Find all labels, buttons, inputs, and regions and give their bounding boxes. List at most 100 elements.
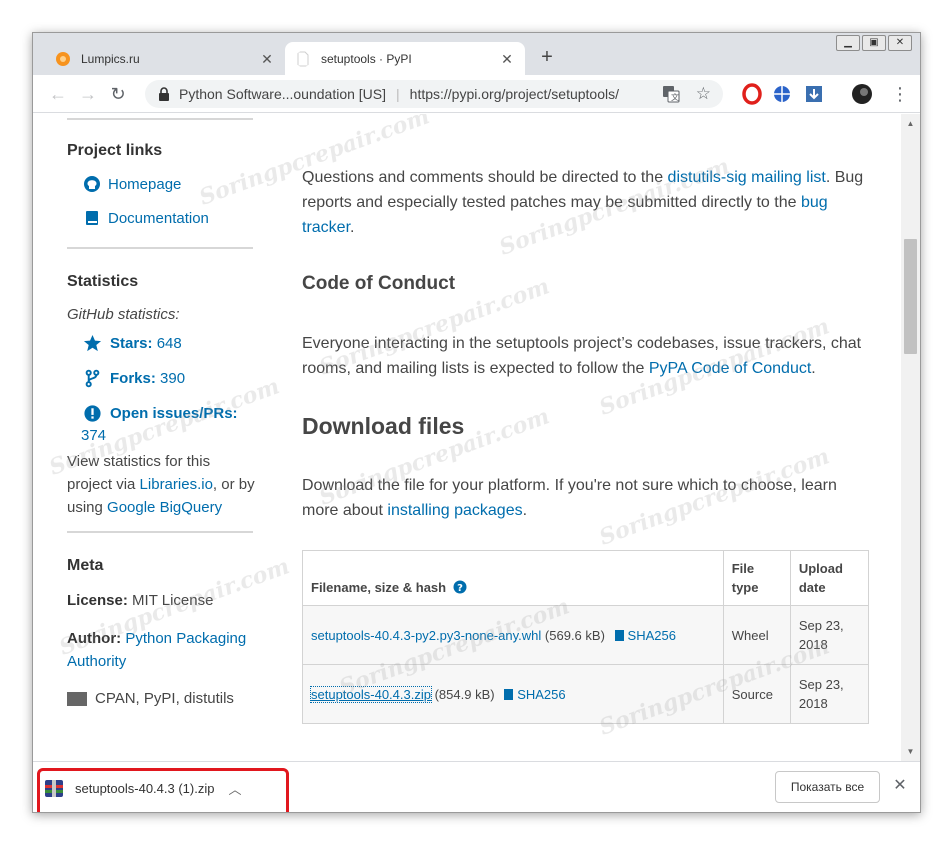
documentation-label: Documentation — [108, 209, 209, 227]
homepage-label: Homepage — [108, 175, 182, 193]
globe-extension-icon[interactable] — [771, 83, 793, 105]
intro-end: . — [350, 219, 355, 236]
issues-value[interactable]: 374 — [81, 427, 106, 444]
download-paragraph: Download the file for your platform. If … — [302, 473, 862, 523]
table-header-row: Filename, size & hash ? File type Upload… — [302, 550, 869, 606]
svg-text:文: 文 — [671, 92, 679, 102]
download-pre: Download the file for your platform. If … — [302, 477, 837, 519]
exclamation-icon — [84, 405, 101, 422]
close-tab-icon[interactable]: ✕ — [259, 51, 275, 67]
intro-pre: Questions and comments should be directe… — [302, 169, 668, 186]
file-cell: setuptools-40.4.3.zip (854.9 kB) SHA256 — [302, 664, 724, 724]
column-header-filename: Filename, size & hash ? — [302, 550, 724, 606]
issues-value-row: 374 — [81, 427, 255, 444]
book-icon — [86, 211, 98, 225]
license-row: License: MIT License — [67, 589, 255, 612]
homepage-link[interactable]: Homepage — [83, 175, 255, 193]
bookmark-star-icon[interactable]: ☆ — [696, 84, 711, 104]
intro-paragraph: Questions and comments should be directe… — [302, 165, 877, 240]
code-of-conduct-heading: Code of Conduct — [302, 273, 456, 294]
stars-stat[interactable]: Stars: 648 — [83, 334, 255, 353]
new-tab-button[interactable]: + — [535, 46, 559, 70]
forks-label: Forks: — [110, 370, 156, 387]
project-links-heading: Project links — [67, 142, 163, 159]
tab-strip: Lumpics.ru ✕ setuptools · PyPI ✕ + ▁ ▣ ✕ — [33, 33, 920, 75]
installing-packages-link[interactable]: installing packages — [387, 502, 522, 519]
vertical-scrollbar[interactable]: ▲ ▼ — [901, 114, 920, 761]
libraries-io-link[interactable]: Libraries.io — [140, 476, 213, 493]
close-window-button[interactable]: ✕ — [888, 35, 912, 51]
address-bar[interactable]: Python Software...oundation [US] | https… — [145, 80, 723, 108]
tab-lumpics[interactable]: Lumpics.ru ✕ — [45, 42, 285, 75]
documentation-link[interactable]: Documentation — [83, 209, 255, 227]
forks-stat[interactable]: Forks: 390 — [83, 369, 255, 388]
forward-button[interactable]: → — [73, 79, 103, 109]
github-icon — [84, 176, 100, 192]
column-header-date: Upload date — [789, 550, 869, 606]
minimize-button[interactable]: ▁ — [836, 35, 860, 51]
window-controls: ▁ ▣ ✕ — [836, 35, 912, 51]
coc-paragraph: Everyone interacting in the setuptools p… — [302, 331, 872, 381]
sha256-link[interactable]: SHA256 — [504, 686, 566, 702]
requires-row: CPAN, PyPI, distutils — [67, 687, 255, 710]
file-size: (854.9 kB) — [434, 686, 495, 702]
close-tab-icon[interactable]: ✕ — [499, 51, 515, 67]
github-statistics-label: GitHub statistics: — [67, 306, 180, 323]
bigquery-link[interactable]: Google BigQuery — [107, 499, 222, 516]
profile-avatar[interactable] — [851, 83, 873, 105]
sha256-label: SHA256 — [517, 686, 566, 702]
translate-icon[interactable]: 文 — [662, 85, 680, 103]
tab-pypi[interactable]: setuptools · PyPI ✕ — [285, 42, 525, 75]
lock-icon — [159, 87, 169, 101]
url-text[interactable]: https://pypi.org/project/setuptools/ — [410, 86, 662, 102]
help-icon[interactable]: ? — [453, 580, 467, 594]
stars-label: Stars: — [110, 335, 153, 352]
orange-circle-icon — [56, 51, 70, 66]
scroll-down-arrow[interactable]: ▼ — [901, 744, 920, 759]
view-statistics-text: View statistics for this project via Lib… — [67, 450, 255, 519]
files-table: Filename, size & hash ? File type Upload… — [302, 550, 869, 724]
license-value: MIT License — [132, 592, 214, 609]
distutils-sig-link[interactable]: distutils-sig mailing list — [668, 169, 826, 186]
document-icon — [504, 688, 514, 700]
omnibox-separator: | — [396, 86, 400, 102]
svg-text:?: ? — [457, 583, 463, 594]
tab-title: setuptools · PyPI — [321, 51, 412, 66]
download-extension-icon[interactable] — [803, 83, 825, 105]
issues-stat[interactable]: Open issues/PRs: — [83, 404, 255, 423]
pypa-coc-link[interactable]: PyPA Code of Conduct — [649, 360, 811, 377]
page-content: Project links Homepage Documentation Sta… — [33, 114, 901, 761]
issues-label: Open issues/PRs: — [110, 405, 238, 422]
opera-extension-icon[interactable] — [741, 83, 763, 105]
coc-end: . — [811, 360, 816, 377]
reload-button[interactable]: ↻ — [103, 79, 133, 109]
download-item[interactable]: setuptools-40.4.3 (1).zip ︿ — [37, 768, 289, 812]
scroll-up-arrow[interactable]: ▲ — [901, 116, 920, 131]
red-highlight-box — [37, 768, 289, 812]
menu-icon[interactable]: ⋮ — [885, 79, 915, 109]
column-header-type: File type — [722, 550, 791, 606]
forks-value[interactable]: 390 — [160, 370, 185, 387]
table-row: setuptools-40.4.3.zip (854.9 kB) SHA256 … — [302, 664, 869, 724]
source-file-link[interactable]: setuptools-40.4.3.zip — [310, 685, 432, 703]
scroll-thumb[interactable] — [904, 239, 917, 354]
license-label: License: — [67, 592, 128, 609]
star-icon — [83, 334, 102, 352]
back-button[interactable]: ← — [43, 79, 73, 109]
site-identity: Python Software...oundation [US] — [179, 86, 387, 102]
sidebar-divider — [67, 118, 253, 120]
author-label: Author: — [67, 630, 122, 647]
stars-value[interactable]: 648 — [157, 335, 182, 352]
file-type-cell: Source — [722, 664, 791, 724]
show-all-button[interactable]: Показать все — [775, 771, 880, 803]
wheel-file-link[interactable]: setuptools-40.4.3-py2.py3-none-any.whl — [311, 628, 541, 643]
download-bar: setuptools-40.4.3 (1).zip ︿ Показать все… — [33, 761, 920, 812]
sha256-link[interactable]: SHA256 — [614, 628, 676, 643]
author-row: Author: Python Packaging Authority — [67, 627, 255, 673]
maximize-button[interactable]: ▣ — [862, 35, 886, 51]
browser-toolbar: ← → ↻ Python Software...oundation [US] |… — [33, 75, 920, 113]
sidebar-divider — [67, 247, 253, 249]
close-download-bar-icon[interactable]: ✕ — [891, 777, 909, 795]
filename-header-label: Filename, size & hash — [311, 580, 447, 595]
download-end: . — [522, 502, 528, 519]
